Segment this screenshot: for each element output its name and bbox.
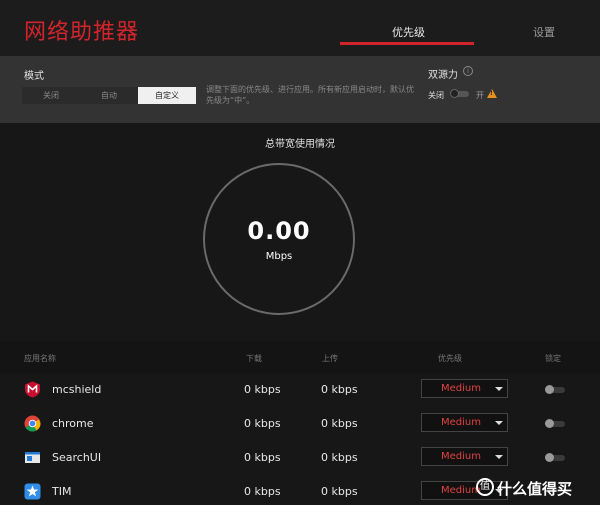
mode-option-custom[interactable]: 自定义 xyxy=(138,87,196,104)
download-rate: 0 kbps xyxy=(244,485,281,498)
mode-panel: 模式 关闭 自动 自定义 调整下面的优先级、进行应用。所有新应用启动时，默认优先… xyxy=(0,56,600,123)
mode-option-auto[interactable]: 自动 xyxy=(80,87,138,104)
watermark-badge: 值 xyxy=(476,478,494,496)
watermark-text: 什么值得买 xyxy=(497,480,573,498)
priority-select[interactable]: Medium xyxy=(421,447,508,466)
download-rate: 0 kbps xyxy=(244,383,281,396)
app-title: 网络助推器 xyxy=(24,20,140,45)
column-lock: 锁定 xyxy=(545,354,561,363)
bandwidth-unit: Mbps xyxy=(265,251,293,262)
priority-value: Medium xyxy=(441,383,481,394)
dual-source-toggle[interactable] xyxy=(450,89,469,98)
column-download: 下载 xyxy=(246,354,262,363)
lock-toggle[interactable] xyxy=(545,419,565,428)
warning-icon: ! xyxy=(487,89,497,98)
chevron-down-icon xyxy=(495,455,503,459)
mode-label: 模式 xyxy=(24,71,44,82)
bandwidth-gauge: 0.00 Mbps xyxy=(203,163,355,315)
lock-toggle[interactable] xyxy=(545,385,565,394)
mode-option-off[interactable]: 关闭 xyxy=(22,87,80,104)
priority-value: Medium xyxy=(441,417,481,428)
dual-source-off-label: 关闭 xyxy=(428,91,444,100)
tab-priority[interactable]: 优先级 xyxy=(392,24,425,40)
mcafee-icon xyxy=(25,381,40,398)
upload-rate: 0 kbps xyxy=(321,417,358,430)
table-row: mcshield 0 kbps 0 kbps Medium xyxy=(0,373,600,407)
header: 网络助推器 优先级 设置 xyxy=(0,0,600,56)
column-upload: 上传 xyxy=(322,354,338,363)
searchui-icon xyxy=(25,452,40,463)
info-icon[interactable]: i xyxy=(463,66,473,76)
table-row: SearchUI 0 kbps 0 kbps Medium xyxy=(0,441,600,475)
app-name: TIM xyxy=(52,485,72,498)
table-row: chrome 0 kbps 0 kbps Medium xyxy=(0,407,600,441)
tab-settings[interactable]: 设置 xyxy=(533,24,555,40)
mode-segmented-control: 关闭 自动 自定义 xyxy=(22,87,196,104)
app-name: mcshield xyxy=(52,383,102,396)
column-app-name: 应用名称 xyxy=(24,354,56,363)
toggle-knob xyxy=(545,453,554,462)
tim-icon xyxy=(24,483,41,500)
table-header: 应用名称 下载 上传 优先级 锁定 xyxy=(0,341,600,373)
chrome-icon xyxy=(24,415,41,432)
dual-source-on-label: 开 xyxy=(476,91,484,100)
priority-select[interactable]: Medium xyxy=(421,379,508,398)
lock-toggle[interactable] xyxy=(545,453,565,462)
active-tab-indicator xyxy=(340,42,474,45)
app-name: SearchUI xyxy=(52,451,102,464)
upload-rate: 0 kbps xyxy=(321,451,358,464)
bandwidth-value: 0.00 xyxy=(247,217,311,245)
toggle-knob xyxy=(545,385,554,394)
toggle-knob xyxy=(545,419,554,428)
bandwidth-title: 总带宽使用情况 xyxy=(265,139,335,150)
mode-description: 调整下面的优先级、进行应用。所有新应用启动时，默认优先级为“中”。 xyxy=(206,85,414,105)
upload-rate: 0 kbps xyxy=(321,383,358,396)
toggle-knob xyxy=(450,89,459,98)
upload-rate: 0 kbps xyxy=(321,485,358,498)
priority-select[interactable]: Medium xyxy=(421,413,508,432)
app-name: chrome xyxy=(52,417,94,430)
download-rate: 0 kbps xyxy=(244,417,281,430)
priority-value: Medium xyxy=(441,485,481,496)
download-rate: 0 kbps xyxy=(244,451,281,464)
chevron-down-icon xyxy=(495,387,503,391)
dual-source-label: 双源力 xyxy=(428,70,458,81)
priority-select[interactable]: Medium xyxy=(421,481,508,500)
chevron-down-icon xyxy=(495,421,503,425)
column-priority: 优先级 xyxy=(438,354,462,363)
priority-value: Medium xyxy=(441,451,481,462)
